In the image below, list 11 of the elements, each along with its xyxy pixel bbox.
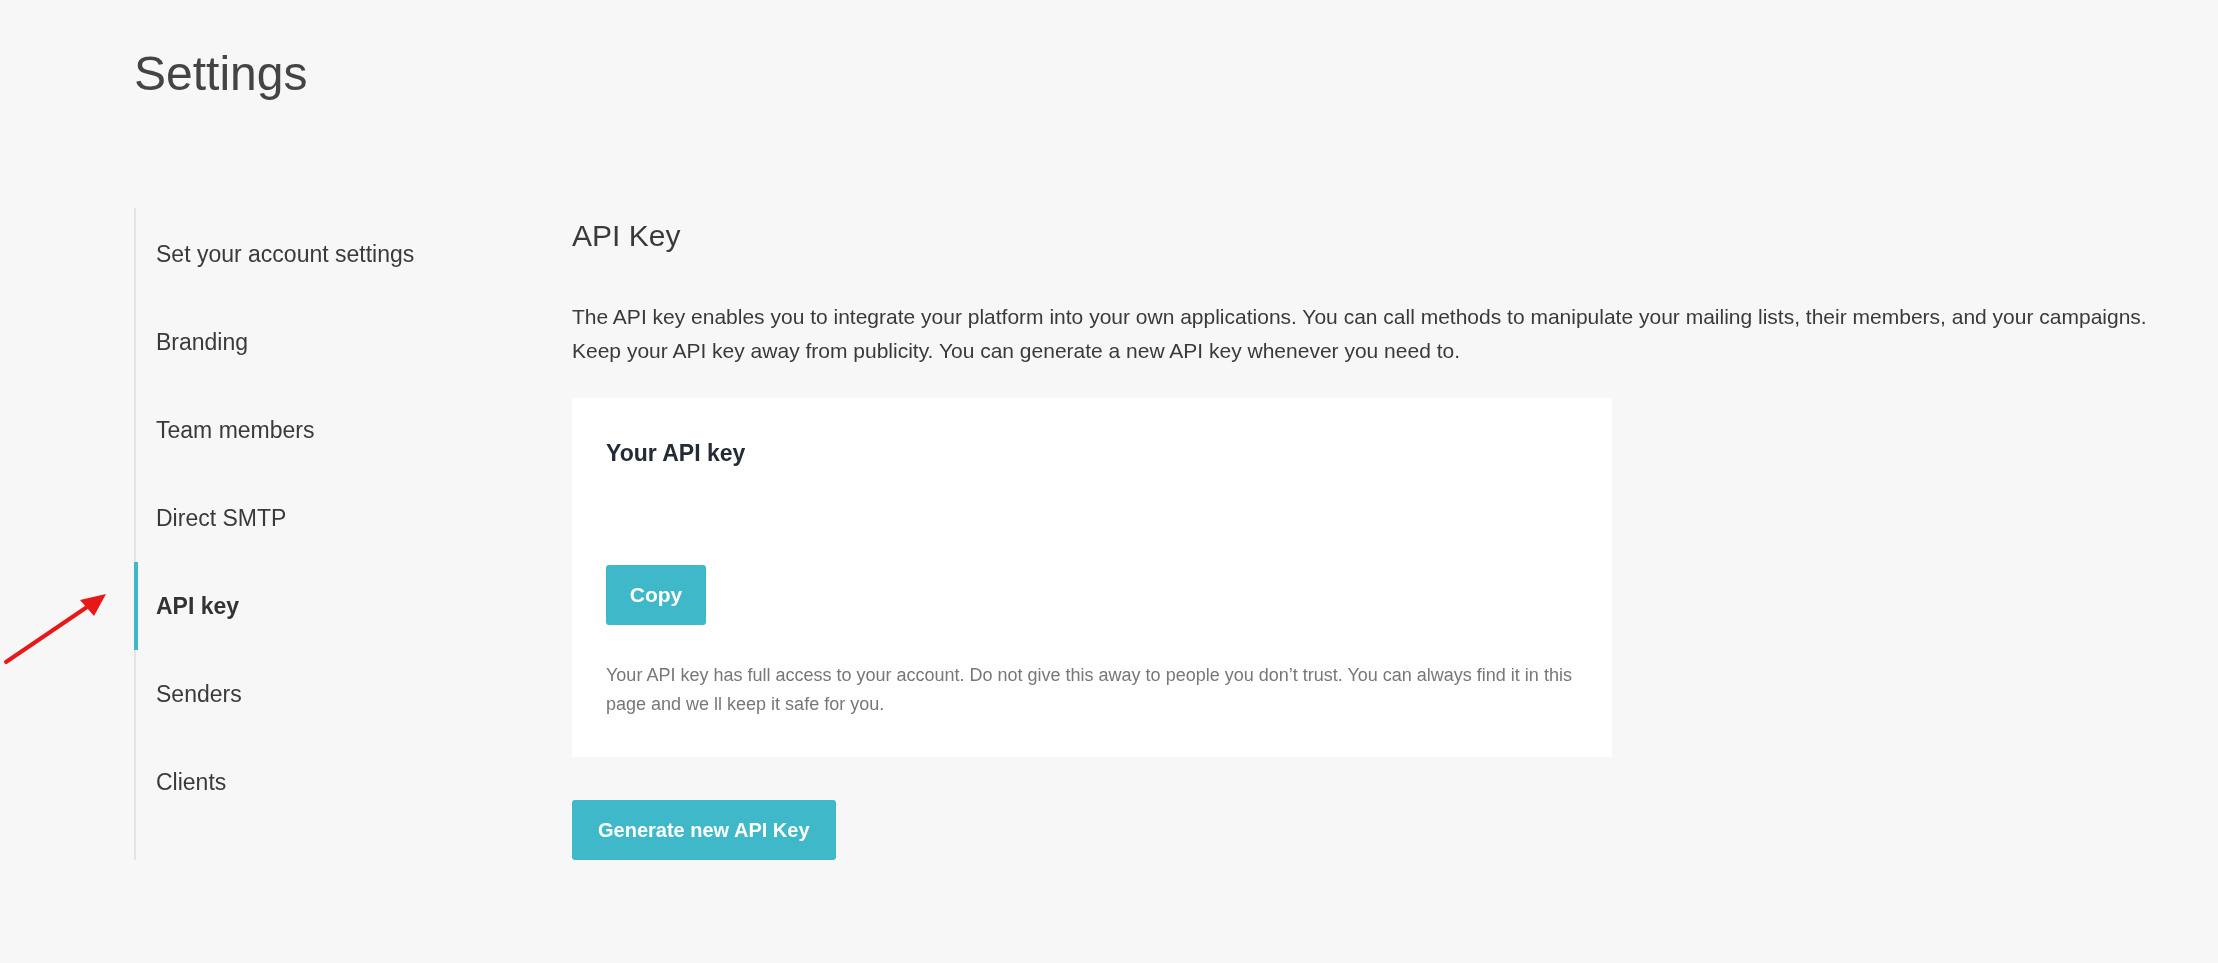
sidebar-item[interactable]: Senders xyxy=(134,650,572,738)
sidebar-item[interactable]: Team members xyxy=(134,386,572,474)
sidebar-item[interactable]: Branding xyxy=(134,298,572,386)
page-title: Settings xyxy=(134,46,309,102)
card-title: Your API key xyxy=(606,439,747,468)
sidebar-item[interactable]: Direct SMTP xyxy=(134,474,572,562)
card-note: Your API key has full access to your account. Do not give this away to people you don’t trust. You can always find it in this page and we ll keep it safe for you. xyxy=(606,663,1573,716)
section-description: The API key enables you to integrate your platform into your own applications. You can call methods to manipulate your mailing lists, their members, and your campaigns. Keep your API key away from publicity. You can generate a new API key whenever you need to. xyxy=(572,304,2148,364)
section-title: API Key xyxy=(572,218,682,254)
sidebar-item[interactable]: Set your account settings xyxy=(134,210,572,298)
sidebar-item[interactable]: Clients xyxy=(134,738,572,826)
